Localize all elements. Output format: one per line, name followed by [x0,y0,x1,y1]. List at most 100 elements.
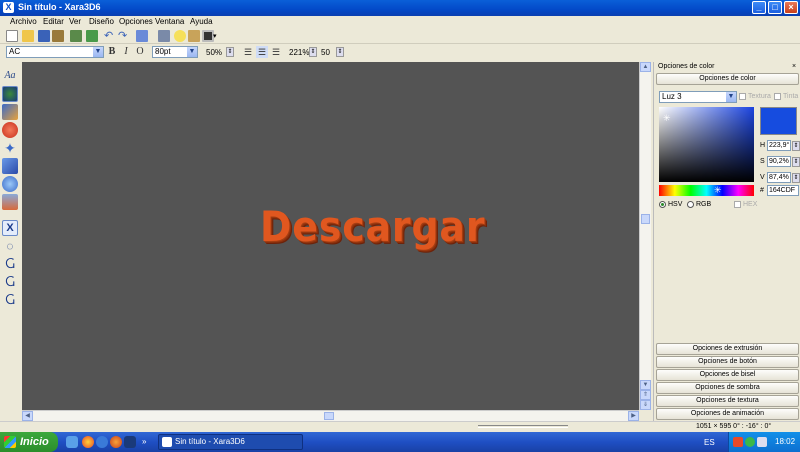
text-options-icon[interactable] [158,30,170,42]
tray-volume-icon[interactable] [757,437,767,447]
ie-icon[interactable] [96,436,108,448]
line-spinner[interactable]: ⇕ [336,47,344,57]
rotate-z-icon[interactable]: Ⴚ [2,274,18,290]
menu-ayuda[interactable]: Ayuda [190,17,213,26]
page-down-icon[interactable]: ⇓ [640,400,651,410]
tray-messenger-icon[interactable] [745,437,755,447]
s-label: S [760,158,765,165]
maximize-button[interactable]: □ [768,1,782,14]
redo-icon[interactable]: ↷ [118,30,130,42]
bevel-tool-icon[interactable] [2,122,18,138]
align-center-icon[interactable]: ☰ [256,46,268,58]
color-tool-icon[interactable] [2,86,18,102]
color-options-button[interactable]: Opciones de color [656,73,799,85]
v-spinner[interactable]: ⇕ [792,173,800,183]
light-bulb-icon[interactable] [174,30,186,42]
menu-diseno[interactable]: Diseño [89,17,114,26]
menu-archivo[interactable]: Archivo [10,17,37,26]
panel-close-icon[interactable]: × [790,63,798,71]
h-spinner[interactable]: ⇕ [792,141,800,151]
bevel-options-button[interactable]: Opciones de bisel [656,369,799,381]
shadow-options-button[interactable]: Opciones de sombra [656,382,799,394]
scroll-right-icon[interactable]: ▶ [628,411,639,421]
spacing-spinner[interactable]: ⇕ [309,47,317,57]
page-up-icon[interactable]: ⇑ [640,390,651,400]
chrome-icon[interactable] [82,436,94,448]
save-icon[interactable] [38,30,50,42]
shadow-tool-icon[interactable] [2,158,18,174]
status-bar: 1051 × 595 0° : -16° : 0° [0,421,800,432]
texture-options-button[interactable]: Opciones de textura [656,395,799,407]
size-select[interactable]: 80pt ▼ [152,46,198,58]
extrusion-options-button[interactable]: Opciones de extrusión [656,343,799,355]
new-file-icon[interactable] [6,30,18,42]
hsv-radio[interactable] [659,201,666,208]
menu-ver[interactable]: Ver [69,17,81,26]
saturation-value-picker[interactable]: ✳ [659,107,754,182]
hue-slider[interactable]: ✳ [659,185,754,196]
rotate-x-icon[interactable]: ◌ [2,238,18,254]
clock[interactable]: 18:02 [775,437,795,446]
menu-opciones[interactable]: Opciones [119,17,153,26]
design-canvas[interactable]: Descargar [22,62,639,410]
rotate-free-icon[interactable]: Ⴚ [2,292,18,308]
horizontal-scroll-thumb[interactable] [324,412,334,420]
scroll-down-icon[interactable]: ▼ [640,380,651,390]
button-options-button[interactable]: Opciones de botón [656,356,799,368]
menu-editar[interactable]: Editar [43,17,64,26]
italic-button[interactable]: I [120,46,132,58]
rgb-radio[interactable] [687,201,694,208]
horizontal-scrollbar[interactable]: ◀ ▶ [22,410,639,421]
vertical-scroll-thumb[interactable] [641,214,650,224]
scroll-up-icon[interactable]: ▲ [640,62,651,72]
align-justify-icon[interactable]: ☰ [270,46,282,58]
export-icon[interactable] [52,30,64,42]
close-button[interactable]: × [784,1,798,14]
h-input[interactable]: 223,9° [767,140,791,151]
hex-input[interactable]: 164CDF [767,185,799,196]
extrude-tool-icon[interactable] [2,104,18,120]
v-input[interactable]: 87,4% [767,172,791,183]
bold-button[interactable]: B [106,46,118,58]
font-select-value: AC [9,47,21,56]
texture-tool-icon[interactable] [2,176,18,192]
start-button[interactable]: Inicio [0,432,58,452]
x-tool-icon[interactable]: X [2,220,18,236]
vertical-scrollbar[interactable]: ▲ ▼ ⇑ ⇓ [639,62,651,410]
animation-tool-icon[interactable] [2,194,18,210]
texture-checkbox[interactable] [739,93,746,100]
s-input[interactable]: 90,2% [767,156,791,167]
show-desktop-icon[interactable] [66,436,78,448]
chevron-down-icon: ▼ [93,47,103,57]
rotate-y-icon[interactable]: Ⴚ [2,256,18,272]
photoshop-icon[interactable] [124,436,136,448]
animation-icon[interactable] [70,30,82,42]
button-tool-icon[interactable]: ✦ [2,140,18,156]
outline-button[interactable]: O [134,46,146,58]
language-indicator[interactable]: ES [704,438,715,447]
open-folder-icon[interactable] [22,30,34,42]
tray-security-icon[interactable] [733,437,743,447]
zoom-spinner[interactable]: ⇕ [226,47,234,57]
xara-app-icon[interactable]: X [3,2,14,13]
menu-ventana[interactable]: Ventana [155,17,184,26]
firefox-icon[interactable] [110,436,122,448]
color-picker-icon[interactable] [188,30,200,42]
hex-checkbox[interactable] [734,201,741,208]
task-xara3d[interactable]: Sin título - Xara3D6 [158,434,303,450]
minimize-button[interactable]: _ [752,1,766,14]
light-select[interactable]: Luz 3 ▼ [659,91,737,103]
align-left-icon[interactable]: ☰ [242,46,254,58]
play-icon[interactable] [86,30,98,42]
quicklaunch-expand-icon[interactable]: » [142,436,150,448]
rotate-icon[interactable] [136,30,148,42]
undo-icon[interactable]: ↶ [104,30,116,42]
text-tool-icon[interactable]: Aa [2,68,18,84]
3d-text-object[interactable]: Descargar [260,202,485,251]
chevron-down-icon[interactable]: ▾ [213,30,225,42]
animation-options-button[interactable]: Opciones de animación [656,408,799,420]
font-select[interactable]: AC ▼ [6,46,104,58]
s-spinner[interactable]: ⇕ [792,157,800,167]
scroll-left-icon[interactable]: ◀ [22,411,33,421]
tint-checkbox[interactable] [774,93,781,100]
